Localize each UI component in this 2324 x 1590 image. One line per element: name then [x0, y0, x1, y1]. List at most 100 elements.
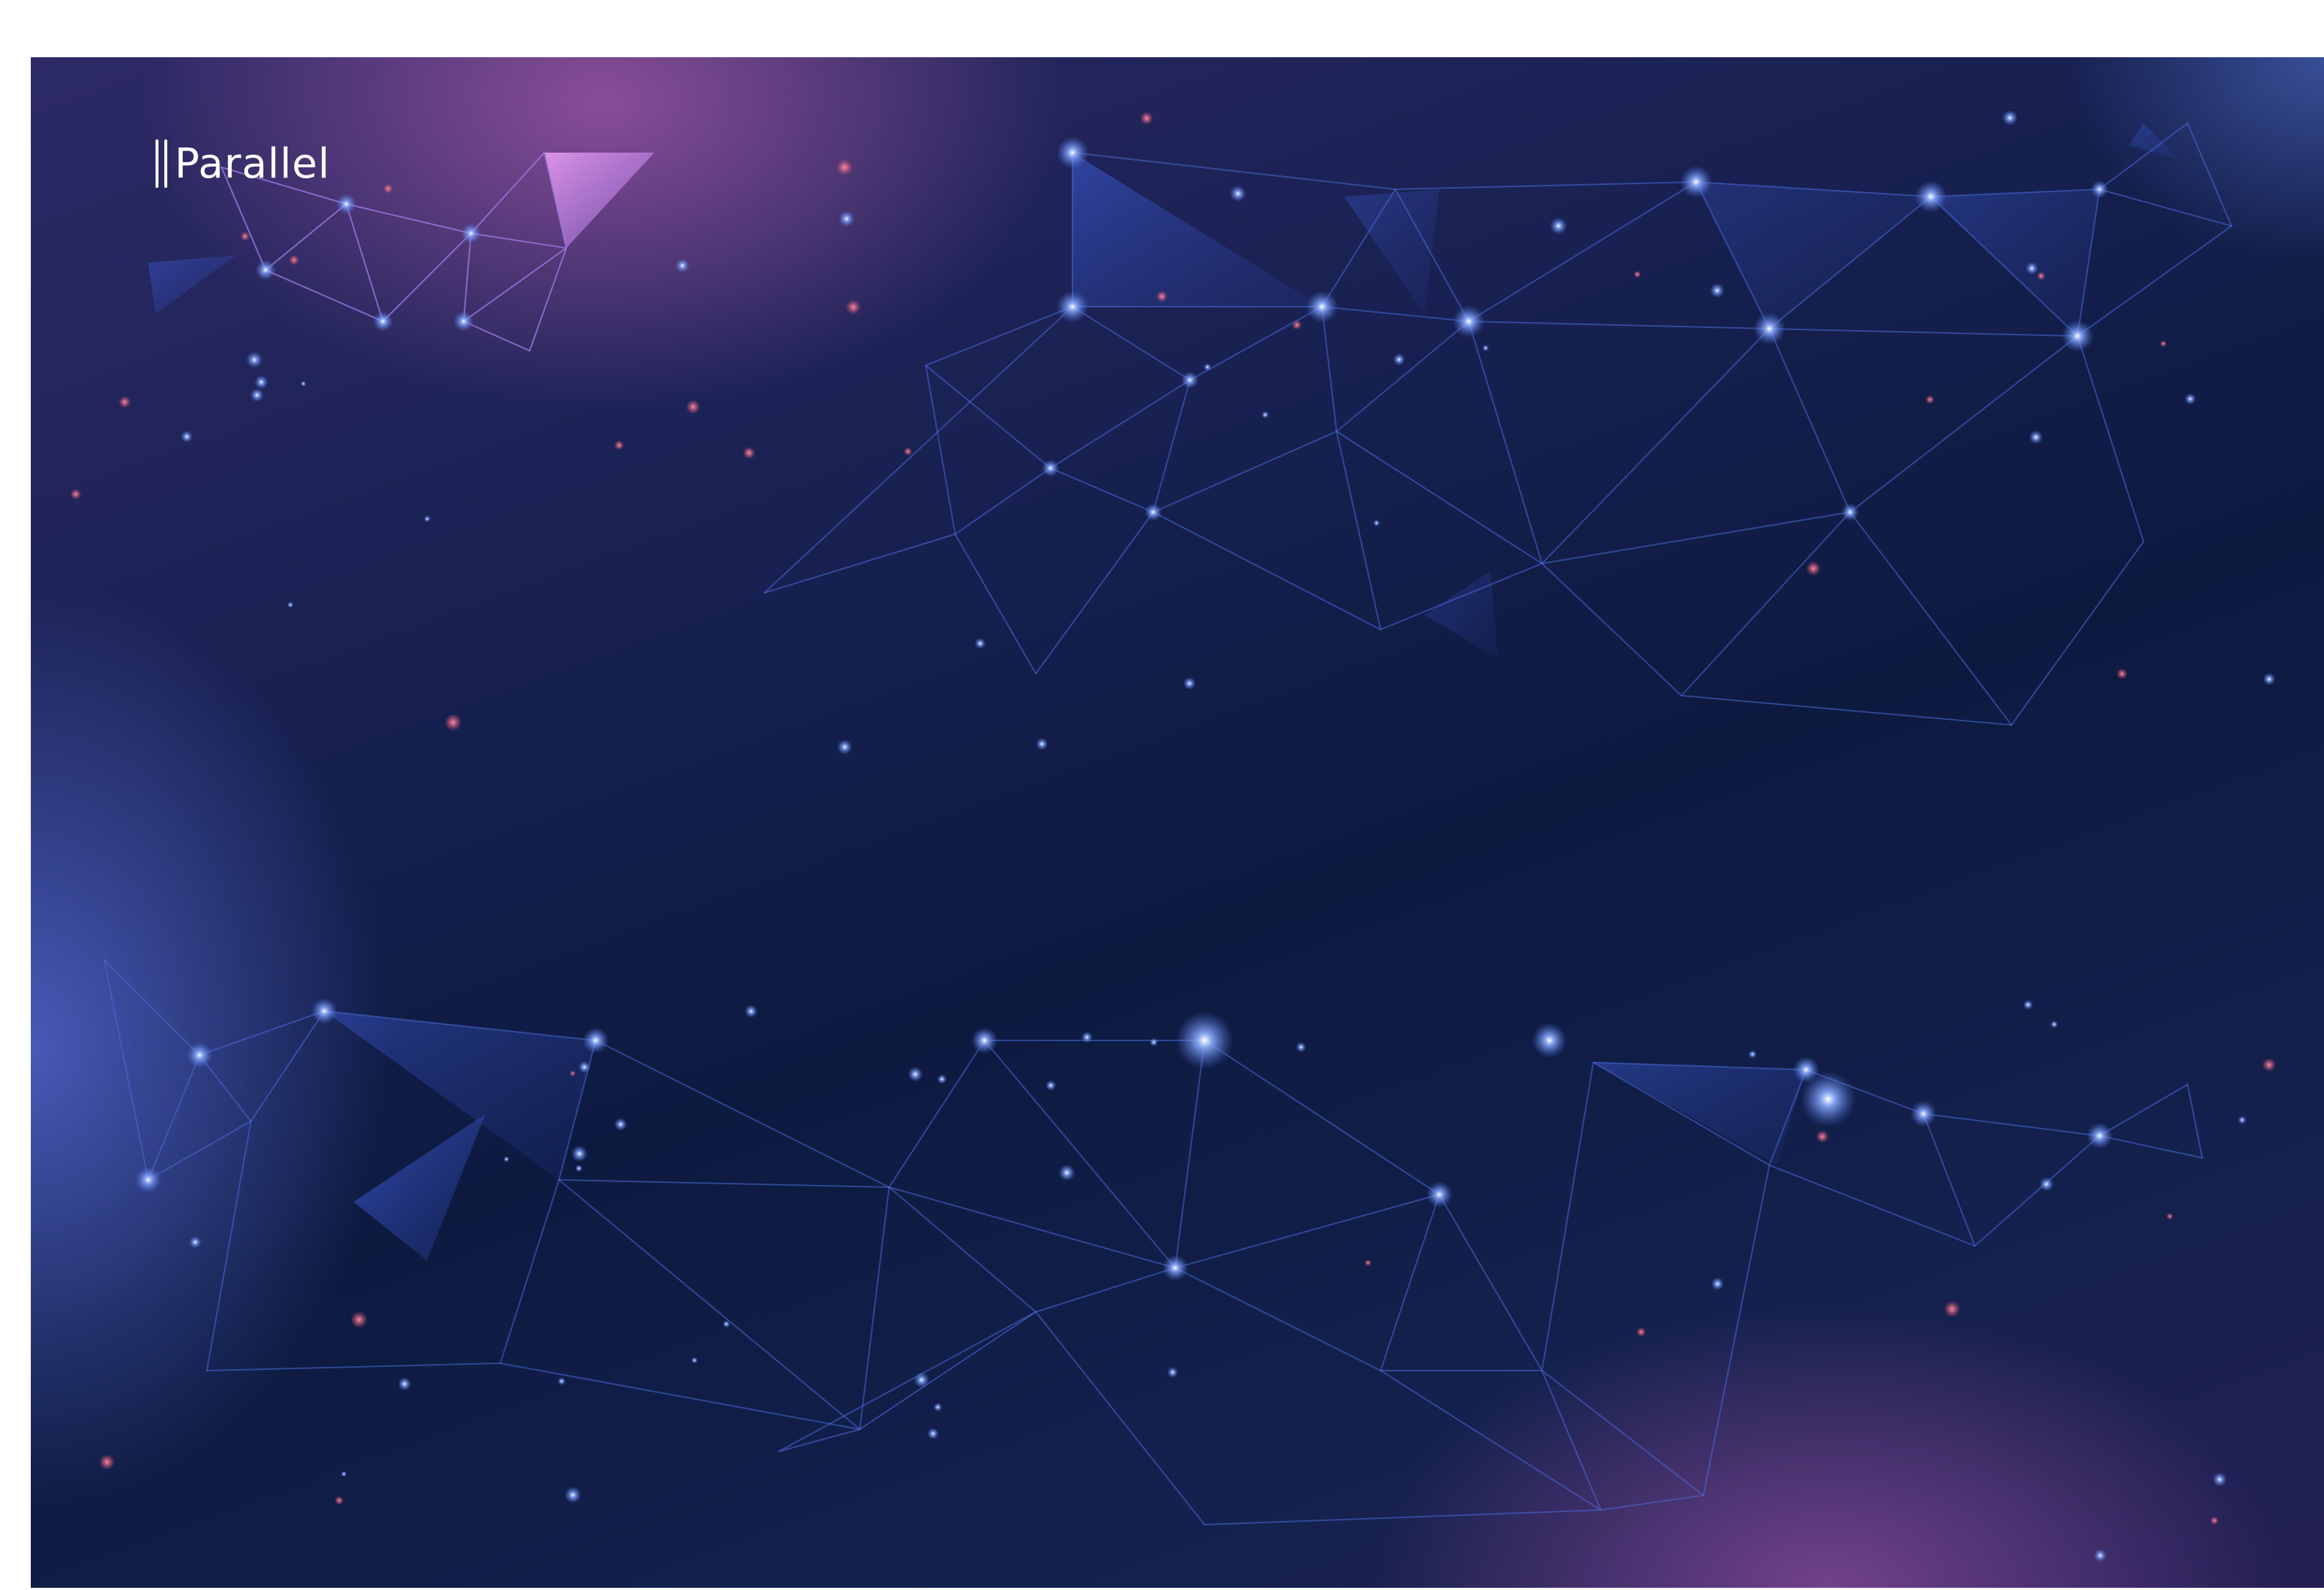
mesh-node: [1532, 1023, 1567, 1058]
mesh-edge: [1035, 1311, 1205, 1525]
mesh-node: [578, 1060, 591, 1073]
mesh-edge: [1923, 1113, 1976, 1247]
mesh-node: [845, 299, 861, 315]
mesh-edge: [1468, 321, 1770, 329]
mesh-edge: [470, 233, 567, 249]
brand-name: Parallel: [175, 139, 331, 188]
mesh-node: [383, 183, 393, 194]
mesh-node: [614, 440, 624, 451]
mesh-node: [2116, 668, 2128, 679]
mesh-edge: [1439, 1194, 1543, 1371]
mesh-edge: [1321, 306, 1469, 322]
mesh-node: [1042, 459, 1059, 477]
mesh-node: [564, 1486, 582, 1504]
mesh-node: [907, 1066, 924, 1082]
mesh-node: [691, 1357, 698, 1364]
mesh-edge: [2099, 1135, 2203, 1159]
mesh-node: [927, 1427, 939, 1440]
mesh-node: [1203, 362, 1212, 371]
mesh-node: [350, 1310, 368, 1329]
mesh-edge: [1035, 511, 1154, 674]
mesh-node: [2022, 999, 2034, 1010]
mesh-node: [1229, 185, 1246, 203]
mesh-edge: [1541, 1370, 1704, 1496]
mesh-edge: [778, 1311, 1037, 1452]
mesh-node: [246, 351, 263, 368]
mesh-node: [1035, 737, 1048, 751]
mesh-node: [836, 158, 853, 176]
page: Parallel: [0, 0, 2324, 1590]
mesh-node: [1915, 180, 1947, 213]
mesh-edge: [1050, 467, 1154, 513]
mesh-node: [1633, 270, 1641, 278]
mesh-edge: [500, 1363, 860, 1430]
mesh-node: [2025, 261, 2039, 275]
mesh-node: [1816, 1130, 1829, 1143]
mesh-node: [836, 739, 853, 755]
mesh-edge: [925, 365, 1051, 469]
mesh-node: [1482, 344, 1489, 351]
mesh-edge: [346, 203, 384, 322]
mesh-edge: [1321, 306, 1337, 432]
mesh-node: [1805, 561, 1821, 576]
brand-logo: Parallel: [154, 139, 330, 188]
mesh-facet: [1696, 182, 1931, 329]
mesh-node: [250, 388, 264, 402]
mesh-node: [2184, 393, 2196, 405]
mesh-edge: [1541, 1062, 1594, 1371]
mesh-edge: [1174, 1194, 1440, 1269]
mesh-node: [1636, 1327, 1646, 1338]
mesh-edge: [1380, 1194, 1440, 1371]
mesh-node: [287, 601, 294, 608]
mesh-edge: [1769, 1164, 1976, 1247]
mesh-node: [1709, 282, 1725, 299]
mesh-node: [2061, 320, 2094, 352]
mesh-node: [1306, 291, 1338, 323]
mesh-node: [558, 1376, 566, 1386]
mesh-edge: [984, 1040, 1176, 1269]
mesh-edge: [1541, 511, 1851, 564]
mesh-node: [1144, 503, 1162, 521]
mesh-edge: [463, 233, 472, 322]
mesh-edge: [1703, 1164, 1770, 1496]
mesh-edge: [558, 1179, 860, 1430]
mesh-node: [937, 1073, 947, 1084]
mesh-edge: [1541, 563, 1682, 696]
mesh-node: [1373, 519, 1381, 527]
mesh-edge: [206, 1120, 252, 1371]
mesh-node: [675, 258, 690, 273]
mesh-node: [614, 1117, 627, 1131]
mesh-edge: [1681, 511, 1851, 696]
mesh-node: [2028, 430, 2043, 445]
mesh-node: [2091, 180, 2108, 198]
mesh-node: [2262, 1057, 2276, 1072]
mesh-node: [99, 1454, 115, 1470]
mesh-edge: [1380, 1370, 1601, 1511]
mesh-node: [340, 1470, 348, 1478]
mesh-node: [1056, 291, 1089, 323]
mesh-node: [913, 1371, 930, 1388]
mesh-node: [240, 231, 250, 241]
mesh-node: [1364, 1259, 1372, 1266]
mesh-edge: [1395, 181, 1697, 190]
mesh-node: [1925, 395, 1934, 404]
mesh-edge: [1541, 1370, 1601, 1511]
mesh-node: [1166, 1366, 1179, 1378]
mesh-node: [903, 447, 913, 456]
mesh-node: [1910, 1101, 1937, 1127]
mesh-node: [2262, 672, 2276, 686]
mesh-node: [1841, 503, 1859, 521]
mesh-edge: [2099, 1084, 2188, 1137]
mesh-node: [1711, 1277, 1725, 1291]
mesh-node: [373, 311, 393, 332]
mesh-node: [582, 1027, 609, 1054]
mesh-edge: [199, 1010, 325, 1056]
mesh-node: [2166, 1212, 2174, 1220]
mesh-edge: [859, 1186, 890, 1430]
mesh-edge: [1336, 431, 1543, 564]
mesh-node: [2237, 1115, 2247, 1125]
mesh-node: [1183, 677, 1196, 690]
mesh-node: [1261, 410, 1269, 419]
mesh-node: [1753, 313, 1786, 345]
mesh-node: [1162, 1255, 1188, 1281]
